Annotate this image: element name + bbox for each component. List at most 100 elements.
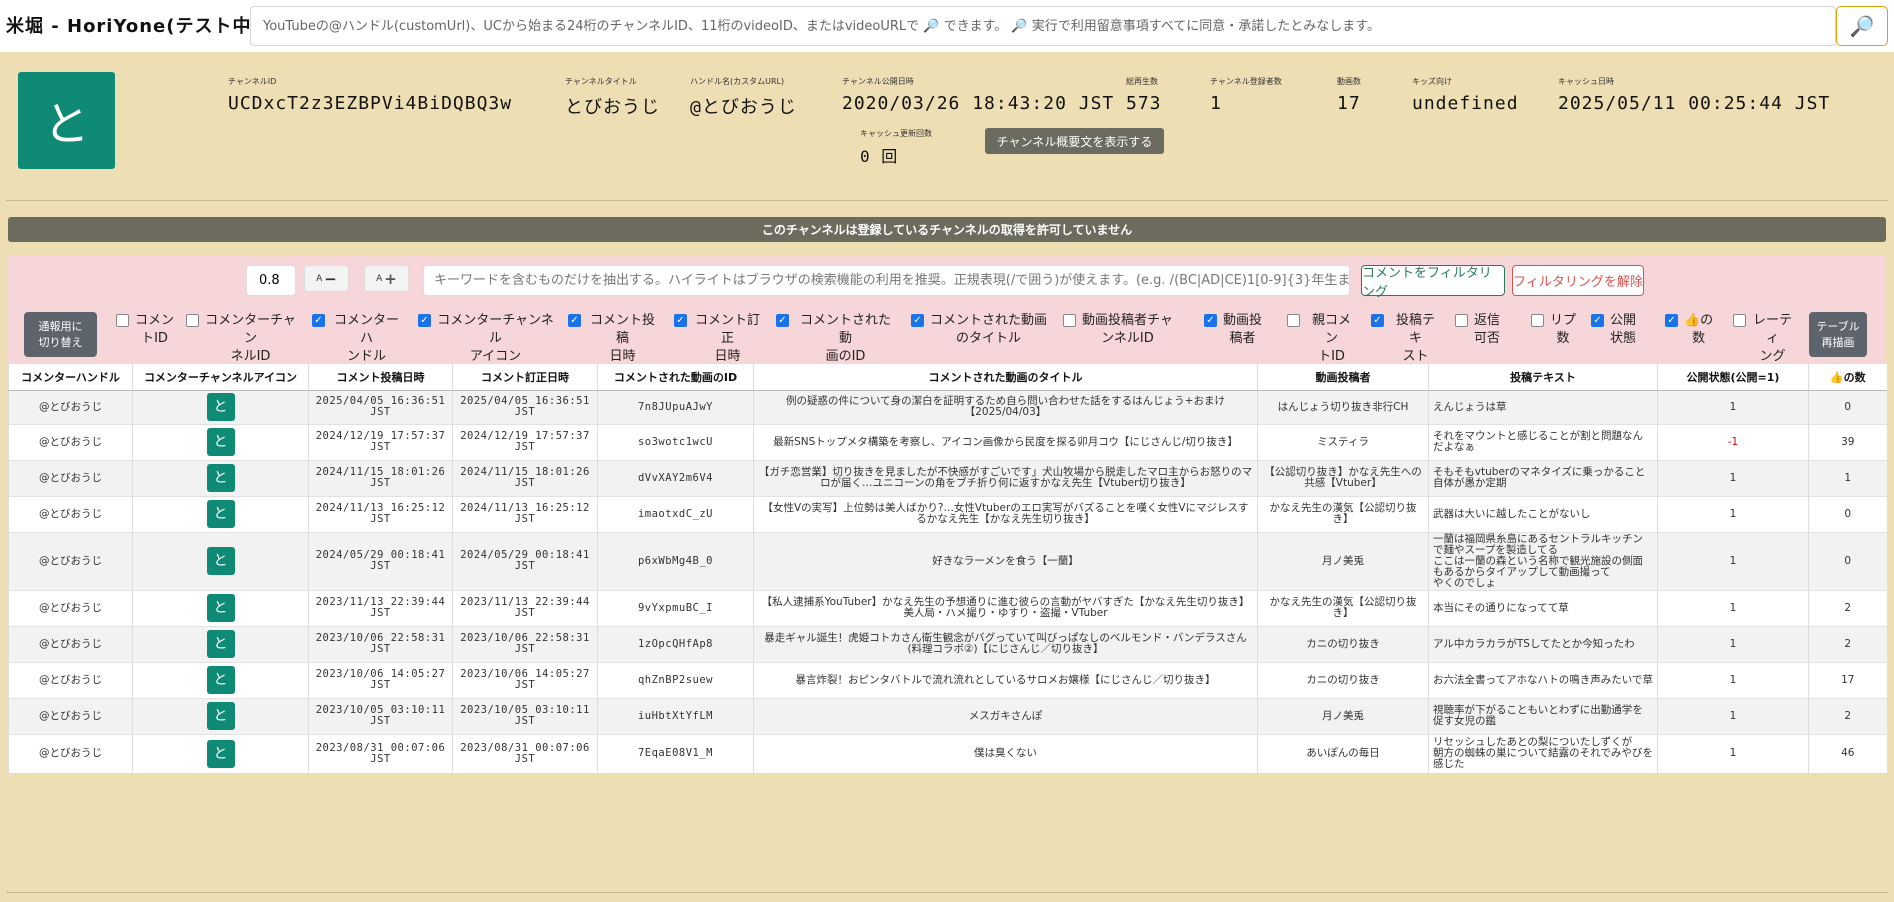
commenter-avatar[interactable]: と <box>206 500 235 528</box>
likes-cell: 17 <box>1808 661 1887 698</box>
column-option[interactable]: リプ 数 <box>1531 312 1579 352</box>
column-checkbox[interactable] <box>1287 314 1300 327</box>
commenter-avatar[interactable]: と <box>206 739 235 768</box>
likes-cell: 2 <box>1808 697 1887 734</box>
column-checkbox[interactable]: ✓ <box>911 314 924 327</box>
column-option[interactable]: ✓ コメントされた動画 のタイトル <box>911 312 1049 352</box>
column-checkbox[interactable] <box>1063 314 1076 327</box>
commenter-avatar[interactable]: と <box>206 547 235 575</box>
column-option[interactable]: ✓ 👍の 数 <box>1665 312 1721 352</box>
column-checkbox[interactable]: ✓ <box>1371 314 1384 327</box>
column-header[interactable]: コメンターハンドル <box>8 364 133 391</box>
zoom-in-button[interactable]: A + <box>364 265 409 292</box>
uploader-cell: かなえ先生の漢気【公認切り抜き】 <box>1257 589 1429 626</box>
column-option-label: コメン トID <box>135 313 175 346</box>
commenter-avatar[interactable]: と <box>206 594 235 622</box>
channel-title-field: チャンネルタイトル とびおうじ <box>565 76 660 119</box>
channel-handle-field: ハンドル名(カスタムURL) @とびおうじ <box>690 76 797 119</box>
comment-text-cell: リセッシュしたあとの梨についたしずくが 朝方の蜘蛛の巣について結露のそれでみやび… <box>1428 733 1658 773</box>
column-option[interactable]: 動画投稿者チャ ンネルID <box>1063 312 1183 352</box>
column-checkbox[interactable]: ✓ <box>418 314 431 327</box>
column-option[interactable]: コメン トID <box>116 312 174 352</box>
column-option[interactable]: ✓ コメンターチャンネル アイコン <box>418 312 554 364</box>
column-checkbox[interactable]: ✓ <box>1591 314 1604 327</box>
channel-id-field: チャンネルID UCDxcT2z3EZBPVi4BiDQBQ3w <box>228 76 512 114</box>
video-id-cell: 1zOpcQHfAp8 <box>597 625 754 662</box>
video-id-cell: 9vYxpmuBC_I <box>597 589 754 626</box>
commenter-avatar[interactable]: と <box>206 393 235 421</box>
column-checkbox[interactable] <box>1455 314 1468 327</box>
commenter-avatar[interactable]: と <box>206 702 235 730</box>
commenter-avatar[interactable]: と <box>206 464 235 492</box>
search-button[interactable]: 🔎 <box>1836 6 1888 46</box>
total-views-value: 573 <box>1126 93 1162 114</box>
column-option[interactable]: ✓ 公開 状態 <box>1591 312 1651 352</box>
column-checkbox[interactable] <box>1531 314 1544 327</box>
table-row: @とびおうじ と 2024/12/19 17:57:37 JST 2024/12/19… <box>8 423 1887 460</box>
commenter-avatar[interactable]: と <box>206 666 235 694</box>
column-header[interactable]: コメントされた動画のタイトル <box>753 364 1258 391</box>
column-option-label: 返信 可否 <box>1474 313 1501 346</box>
posted-date-cell: 2023/08/31 00:07:06 JST <box>308 733 453 773</box>
likes-cell: 2 <box>1808 589 1887 626</box>
video-id-cell: p6xWbMg4B_0 <box>597 531 754 590</box>
video-id-cell: dVvXAY2m6V4 <box>597 459 754 496</box>
commenter-avatar[interactable]: と <box>206 428 235 456</box>
column-option[interactable]: ✓ コメント訂正 日時 <box>674 312 762 364</box>
keyword-filter-input[interactable] <box>423 265 1350 296</box>
column-option[interactable]: コメンターチャン ネルID <box>186 312 296 364</box>
column-header[interactable]: コメンターチャンネルアイコン <box>132 364 309 391</box>
show-description-button[interactable]: チャンネル概要文を表示する <box>985 128 1164 154</box>
column-header[interactable]: 公開状態(公開=1) <box>1657 364 1809 391</box>
column-option[interactable]: 返信 可否 <box>1455 312 1515 352</box>
channel-title-value: とびおうじ <box>565 97 660 118</box>
clear-filter-button[interactable]: フィルタリングを解除 <box>1512 265 1644 296</box>
column-option[interactable]: ✓ コメンターハ ンドル <box>312 312 402 364</box>
video-title-cell: 暴言炸裂！おピンタバトルで流れ流れとしているサロメお嬢様【にじさんじ／切り抜き】 <box>753 661 1258 698</box>
subscriber-count-value: 1 <box>1210 93 1222 114</box>
zoom-input[interactable] <box>246 265 296 296</box>
commenter-avatar[interactable]: と <box>206 630 235 658</box>
column-option[interactable]: ✓ コメント投稿 日時 <box>568 312 658 364</box>
column-option[interactable]: ✓ 動画投 稿者 <box>1204 312 1274 352</box>
comment-text-cell: アル中カラカラがTSしてたとか今知ったわ <box>1428 625 1658 662</box>
column-checkbox[interactable]: ✓ <box>1665 314 1678 327</box>
report-mode-toggle-button[interactable]: 通報用に 切り替え <box>24 312 97 357</box>
zoom-out-button[interactable]: A − <box>304 265 349 292</box>
column-option-label: コメンターハ ンドル <box>333 313 399 364</box>
edited-date-cell: 2023/10/05 03:10:11 JST <box>452 697 598 734</box>
column-option[interactable]: ✓ 投稿テキ スト <box>1371 312 1441 364</box>
column-option[interactable]: ✓ コメントされた動 画のID <box>776 312 896 364</box>
video-title-cell: メスガキさんぽ <box>753 697 1258 734</box>
column-header[interactable]: 動画投稿者 <box>1257 364 1429 391</box>
commenter-icon-cell: と <box>132 733 309 773</box>
column-option-label: 動画投 稿者 <box>1223 313 1263 346</box>
column-checkbox[interactable]: ✓ <box>568 314 581 327</box>
commenter-handle-cell: @とびおうじ <box>8 733 133 773</box>
column-checkbox[interactable]: ✓ <box>1204 314 1217 327</box>
field-label: チャンネル公開日時 <box>842 77 914 86</box>
search-input[interactable] <box>250 6 1836 46</box>
column-header[interactable]: コメントされた動画のID <box>597 364 754 391</box>
column-header[interactable]: 👍の数 <box>1808 364 1887 391</box>
column-header[interactable]: 投稿テキスト <box>1428 364 1658 391</box>
column-header[interactable]: コメント訂正日時 <box>452 364 598 391</box>
column-checkbox[interactable]: ✓ <box>776 314 789 327</box>
field-label: キャッシュ日時 <box>1558 77 1614 86</box>
column-option[interactable]: レーティ ング <box>1733 312 1793 364</box>
field-label: 総再生数 <box>1126 77 1158 86</box>
posted-date-cell: 2024/11/15 18:01:26 JST <box>308 459 453 496</box>
column-checkbox[interactable]: ✓ <box>674 314 687 327</box>
status-cell: 1 <box>1657 531 1809 590</box>
column-checkbox[interactable] <box>116 314 129 327</box>
edited-date-cell: 2023/10/06 14:05:27 JST <box>452 661 598 698</box>
column-checkbox[interactable] <box>186 314 199 327</box>
column-header[interactable]: コメント投稿日時 <box>308 364 453 391</box>
column-checkbox[interactable] <box>1733 314 1746 327</box>
column-option-label: コメントされた動画 のタイトル <box>930 313 1048 346</box>
redraw-table-button[interactable]: テーブル 再描画 <box>1809 312 1867 357</box>
column-option[interactable]: 親コメン トID <box>1287 312 1357 364</box>
column-checkbox[interactable]: ✓ <box>312 314 325 327</box>
apply-filter-button[interactable]: コメントをフィルタリング <box>1361 265 1505 300</box>
uploader-cell: 【公認切り抜き】かなえ先生への共感【Vtuber】 <box>1257 459 1429 496</box>
